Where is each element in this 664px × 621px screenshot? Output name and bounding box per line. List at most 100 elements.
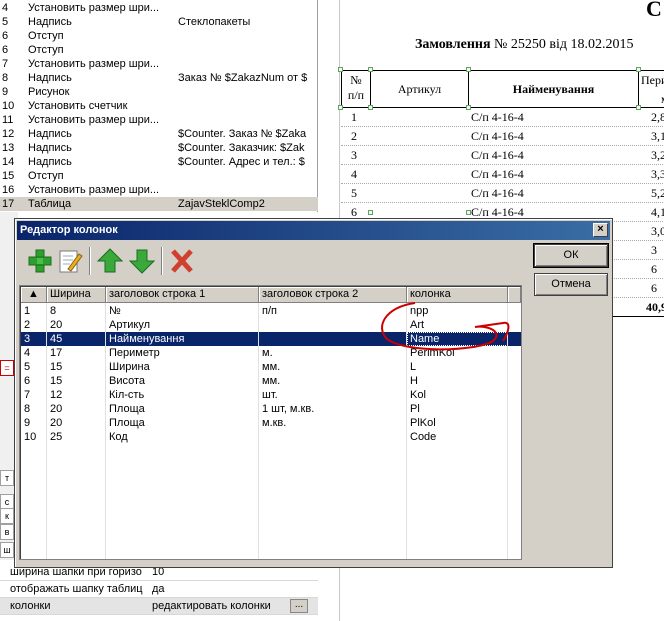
gutter-tab[interactable]: т	[0, 470, 14, 486]
column-row[interactable]: 6 15 Висота мм. H	[21, 374, 521, 388]
cell-idx[interactable]: 9	[21, 416, 47, 430]
command-row[interactable]: 14 Надпись $Counter. Адрес и тел.: $	[0, 155, 318, 169]
cell-col[interactable]: PlKol	[407, 416, 508, 430]
property-row[interactable]: колонки редактировать колонки...	[0, 598, 318, 615]
command-row[interactable]: 15 Отступ	[0, 169, 318, 183]
cell-h2[interactable]: м.кв.	[259, 416, 407, 430]
command-row[interactable]: 6 Отступ	[0, 43, 318, 57]
cell-idx[interactable]: 5	[21, 360, 47, 374]
cell-width[interactable]: 15	[47, 374, 106, 388]
cancel-button[interactable]: Отмена	[534, 273, 608, 296]
command-row[interactable]: 9 Рисунок	[0, 85, 318, 99]
gutter-tab[interactable]: к	[0, 508, 14, 524]
cell-idx[interactable]: 10	[21, 430, 47, 444]
cell-col[interactable]: Kol	[407, 388, 508, 402]
cell-width[interactable]: 20	[47, 402, 106, 416]
selection-handle[interactable]	[368, 67, 373, 72]
report-cell-name: С/п 4-16-4	[471, 129, 524, 143]
ok-button[interactable]: ОК	[533, 243, 609, 268]
close-button[interactable]: ×	[593, 223, 608, 237]
command-row[interactable]: 11 Установить размер шри...	[0, 113, 318, 127]
cell-h1[interactable]: Ширина	[106, 360, 259, 374]
cell-width[interactable]: 20	[47, 318, 106, 332]
cell-h1[interactable]: Кіл-сть	[106, 388, 259, 402]
cell-idx[interactable]: 7	[21, 388, 47, 402]
cell-idx[interactable]: 8	[21, 402, 47, 416]
cell-h1[interactable]: №	[106, 304, 259, 318]
command-row[interactable]: 12 Надпись $Counter. Заказ № $Zaka	[0, 127, 318, 141]
gutter-tab[interactable]: ш	[0, 542, 14, 558]
selection-handle[interactable]	[368, 210, 373, 215]
property-grid[interactable]: ширина шапки при горизо 10 отображать шапк…	[0, 560, 318, 621]
command-row[interactable]: 16 Установить размер шри...	[0, 183, 318, 197]
cell-idx[interactable]: 3	[21, 332, 47, 346]
selection-handle[interactable]	[338, 67, 343, 72]
move-up-icon[interactable]	[95, 245, 125, 277]
delete-icon[interactable]	[167, 245, 197, 277]
cell-h2[interactable]: мм.	[259, 374, 407, 388]
report-row: 4 С/п 4-16-4 3,3	[341, 165, 664, 184]
red-annotation-circle	[381, 302, 510, 351]
command-row[interactable]: 7 Установить размер шри...	[0, 57, 318, 71]
cell-h2[interactable]: шт.	[259, 388, 407, 402]
cell-h1[interactable]: Код	[106, 430, 259, 444]
column-row[interactable]: 5 15 Ширина мм. L	[21, 360, 521, 374]
ellipsis-button[interactable]: ...	[290, 599, 308, 613]
column-row[interactable]: 7 12 Кіл-сть шт. Kol	[21, 388, 521, 402]
gutter-tab[interactable]: в	[0, 524, 14, 540]
cell-width[interactable]: 15	[47, 360, 106, 374]
selection-handle[interactable]	[466, 67, 471, 72]
cell-h1[interactable]: Площа	[106, 402, 259, 416]
command-number: 4	[2, 2, 9, 14]
cell-h1[interactable]: Найменування	[106, 332, 259, 346]
cell-width[interactable]: 25	[47, 430, 106, 444]
column-row[interactable]: 9 20 Площа м.кв. PlKol	[21, 416, 521, 430]
cell-idx[interactable]: 4	[21, 346, 47, 360]
selection-handle[interactable]	[636, 105, 641, 110]
cell-col[interactable]: Code	[407, 430, 508, 444]
cell-width[interactable]: 8	[47, 304, 106, 318]
report-cell-val: 5,2	[651, 186, 664, 200]
cell-h1[interactable]: Периметр	[106, 346, 259, 360]
command-row[interactable]: 10 Установить счетчик	[0, 99, 318, 113]
command-row[interactable]: 8 Надпись Заказ № $ZakazNum от $	[0, 71, 318, 85]
selection-handle[interactable]	[466, 210, 471, 215]
add-icon[interactable]	[25, 245, 55, 277]
selection-handle[interactable]	[368, 105, 373, 110]
cell-h1[interactable]: Площа	[106, 416, 259, 430]
command-row[interactable]: 13 Надпись $Counter. Заказчик: $Zak	[0, 141, 318, 155]
command-row[interactable]: 5 Надпись Стеклопакеты	[0, 15, 318, 29]
dialog-titlebar[interactable]: Редактор колонок ×	[17, 221, 610, 240]
property-row[interactable]: отображать шапку таблиц да	[0, 581, 318, 598]
cell-col[interactable]: H	[407, 374, 508, 388]
gutter-tab[interactable]: =	[0, 360, 14, 376]
selection-handle[interactable]	[338, 105, 343, 110]
edit-icon[interactable]	[55, 245, 85, 277]
cell-idx[interactable]: 6	[21, 374, 47, 388]
move-down-icon[interactable]	[127, 245, 157, 277]
column-header[interactable]: ▲	[21, 287, 47, 303]
cell-width[interactable]: 45	[47, 332, 106, 346]
selection-handle[interactable]	[466, 105, 471, 110]
cell-h1[interactable]: Висота	[106, 374, 259, 388]
column-header[interactable]: Ширина	[47, 287, 106, 303]
selection-handle[interactable]	[636, 67, 641, 72]
cell-idx[interactable]: 1	[21, 304, 47, 318]
cell-col[interactable]: Pl	[407, 402, 508, 416]
cell-idx[interactable]: 2	[21, 318, 47, 332]
cell-h2[interactable]: 1 шт, м.кв.	[259, 402, 407, 416]
cell-h2[interactable]	[259, 430, 407, 444]
column-header[interactable]: заголовок строка 1	[106, 287, 259, 303]
command-row[interactable]: 4 Установить размер шри...	[0, 1, 318, 15]
column-row[interactable]: 8 20 Площа 1 шт, м.кв. Pl	[21, 402, 521, 416]
cell-h2[interactable]: мм.	[259, 360, 407, 374]
command-row[interactable]: 17 Таблица ZajavSteklComp2	[0, 197, 318, 211]
cell-width[interactable]: 20	[47, 416, 106, 430]
cell-h1[interactable]: Артикул	[106, 318, 259, 332]
command-list[interactable]: 4 Установить размер шри... 5 Надпись Стеклоп…	[0, 0, 318, 212]
column-row[interactable]: 10 25 Код Code	[21, 430, 521, 444]
cell-width[interactable]: 17	[47, 346, 106, 360]
cell-col[interactable]: L	[407, 360, 508, 374]
cell-width[interactable]: 12	[47, 388, 106, 402]
command-row[interactable]: 6 Отступ	[0, 29, 318, 43]
